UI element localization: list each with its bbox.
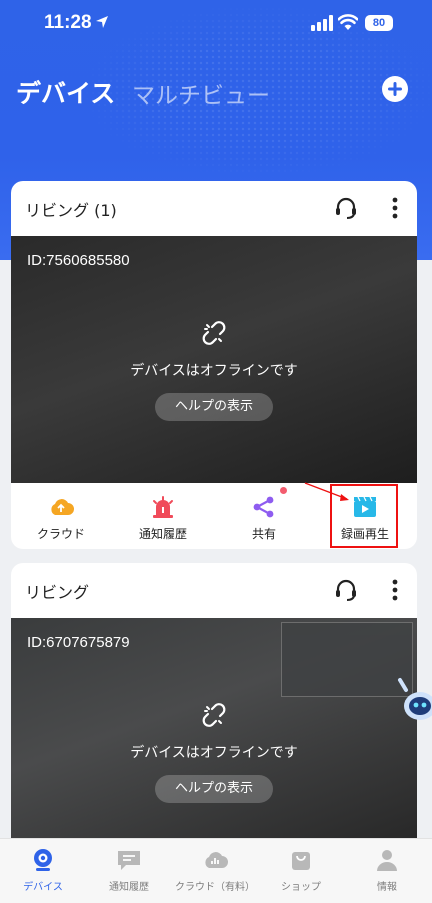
share-icon — [253, 496, 274, 518]
tab-notifications[interactable]: 通知履歴 — [86, 847, 172, 893]
tab-multiview[interactable]: マルチビュー — [132, 76, 270, 110]
tab-info-label: 情報 — [377, 882, 397, 893]
wifi-icon — [338, 14, 358, 30]
offline-message: デバイスはオフラインです — [130, 363, 298, 379]
camera-preview[interactable]: ID:7560685580 デバイスはオフラインです ヘルプの表示 — [11, 236, 417, 483]
device-id: ID:6707675879 — [27, 634, 130, 651]
cloud-label: クラウド — [36, 527, 85, 541]
device-id: ID:7560685580 — [27, 252, 130, 269]
bottom-tab-bar: デバイス 通知履歴 クラウド（有料） ショップ 情報 — [0, 838, 432, 903]
support-headset-icon[interactable] — [333, 577, 359, 603]
share-label: 共有 — [251, 527, 276, 541]
assistant-robot-icon[interactable] — [394, 676, 432, 732]
tab-cloud[interactable]: クラウド（有料） — [172, 847, 258, 893]
highlight-box — [330, 484, 398, 548]
cloud-icon — [51, 499, 74, 515]
device-card: リビング ID:6707675879 デバイスはオフラインです ヘルプの表示 — [11, 563, 417, 853]
page-title: デバイス — [16, 79, 116, 108]
support-headset-icon[interactable] — [333, 195, 359, 221]
device-name: リビング — [25, 583, 90, 602]
shopping-bag-icon — [292, 852, 310, 870]
tab-shop[interactable]: ショップ — [258, 847, 344, 893]
tab-notifications-label: 通知履歴 — [109, 882, 149, 893]
alarm-siren-icon — [153, 496, 173, 518]
more-options-icon[interactable] — [389, 195, 401, 221]
camera-preview[interactable]: ID:6707675879 デバイスはオフラインです ヘルプの表示 — [11, 618, 417, 853]
help-button[interactable]: ヘルプの表示 — [155, 775, 273, 803]
tab-shop-label: ショップ — [281, 882, 321, 893]
notification-history-button[interactable]: 通知履歴 — [118, 491, 208, 547]
device-name: リビング (1) — [25, 201, 117, 220]
device-card: リビング (1) ID:7560685580 デバイスはオフラインです ヘルプの… — [11, 181, 417, 549]
broken-link-icon — [202, 321, 226, 345]
notification-history-label: 通知履歴 — [138, 527, 187, 541]
share-notification-dot — [280, 487, 287, 494]
tab-info[interactable]: 情報 — [344, 847, 430, 893]
tab-cloud-label: クラウド（有料） — [175, 882, 255, 893]
status-bar: 11:28 80 — [0, 0, 432, 48]
tab-devices[interactable]: デバイス — [0, 847, 86, 893]
share-button[interactable]: 共有 — [219, 491, 309, 547]
person-icon — [377, 850, 397, 871]
cloud-button[interactable]: クラウド — [16, 491, 106, 547]
battery-indicator: 80 — [365, 15, 393, 31]
cloud-icon — [205, 852, 228, 868]
signal-icon — [311, 15, 333, 31]
help-button[interactable]: ヘルプの表示 — [155, 393, 273, 421]
status-time: 11:28 — [44, 12, 92, 33]
tab-devices-label: デバイス — [23, 882, 63, 893]
offline-message: デバイスはオフラインです — [130, 745, 298, 761]
add-device-button[interactable] — [382, 76, 408, 102]
location-arrow-icon — [96, 16, 108, 28]
message-icon — [118, 851, 140, 870]
more-options-icon[interactable] — [389, 577, 401, 603]
broken-link-icon — [202, 703, 226, 727]
camera-icon — [34, 849, 52, 871]
